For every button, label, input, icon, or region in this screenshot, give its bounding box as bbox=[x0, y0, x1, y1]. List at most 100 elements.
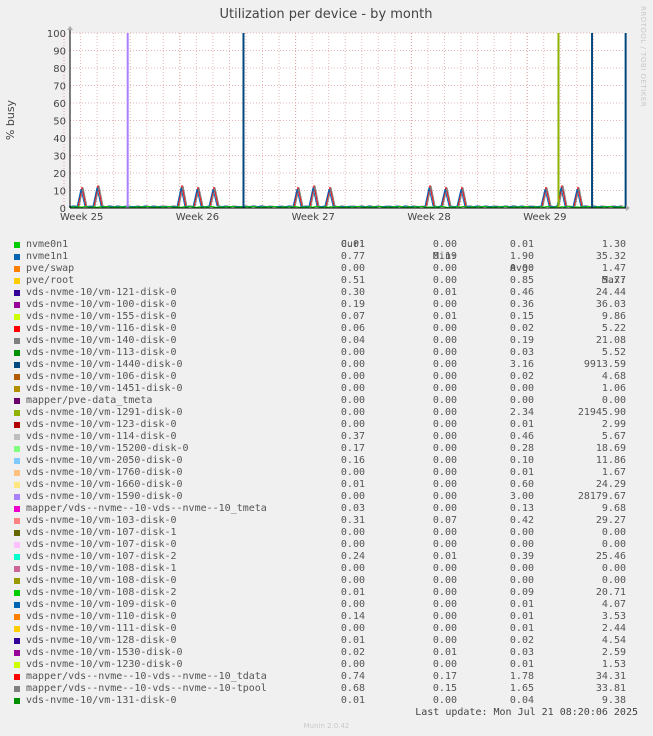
chart: Utilization per device - by month RRDTOO… bbox=[4, 6, 647, 223]
legend-row: vds-nvme-10/vm-2050-disk-0 0.16 0.00 0.10 11… bbox=[0, 455, 653, 467]
legend-row: vds-nvme-10/vm-103-disk-0 0.31 0.07 0.42 29.… bbox=[0, 515, 653, 527]
legend-row: vds-nvme-10/vm-1660-disk-0 0.01 0.00 0.60 24… bbox=[0, 479, 653, 491]
x-tick-label: Week 25 bbox=[60, 212, 103, 223]
x-tick-label: Week 29 bbox=[523, 212, 566, 223]
legend-row: vds-nvme-10/vm-128-disk-0 0.01 0.00 0.02 4.5… bbox=[0, 635, 653, 647]
legend-row: vds-nvme-10/vm-1760-disk-0 0.00 0.00 0.01 1.… bbox=[0, 467, 653, 479]
legend-max: 25.46 bbox=[595, 551, 626, 562]
legend-max: 2.59 bbox=[601, 647, 626, 658]
legend-row: vds-nvme-10/vm-1230-disk-0 0.00 0.00 0.01 1.… bbox=[0, 659, 653, 671]
legend-max: 0.00 bbox=[601, 539, 626, 550]
legend-max: 35.32 bbox=[595, 251, 626, 262]
legend-max: 18.69 bbox=[595, 443, 626, 454]
legend-max: 9.38 bbox=[601, 695, 626, 706]
legend-max: 28179.67 bbox=[577, 491, 626, 502]
legend-max: 36.03 bbox=[595, 299, 626, 310]
x-axis-arrow bbox=[626, 205, 630, 211]
legend-row: vds-nvme-10/vm-113-disk-0 0.00 0.00 0.03 5.5… bbox=[0, 347, 653, 359]
y-axis-label: % busy bbox=[4, 99, 17, 140]
x-tick-label: Week 27 bbox=[292, 212, 335, 223]
legend-max: 2.44 bbox=[601, 623, 626, 634]
legend-row: vds-nvme-10/vm-155-disk-0 0.07 0.01 0.15 9.8… bbox=[0, 311, 653, 323]
legend-row: vds-nvme-10/vm-1530-disk-0 0.02 0.01 0.03 2.… bbox=[0, 647, 653, 659]
legend-max: 20.71 bbox=[595, 587, 626, 598]
legend-row: mapper/pve-data_tmeta 0.00 0.00 0.00 0.00 bbox=[0, 395, 653, 407]
legend-max: 1.53 bbox=[601, 659, 626, 670]
legend-row: mapper/vds--nvme--10-vds--nvme--10_tmeta… bbox=[0, 503, 653, 515]
legend-max: 9913.59 bbox=[583, 359, 626, 370]
legend-max: 34.31 bbox=[595, 671, 626, 682]
legend-row: vds-nvme-10/vm-106-disk-0 0.00 0.00 0.02 4.6… bbox=[0, 371, 653, 383]
legend-max: 1.67 bbox=[601, 467, 626, 478]
legend-max: 24.29 bbox=[595, 479, 626, 490]
legend-row: vds-nvme-10/vm-116-disk-0 0.06 0.00 0.02 5.2… bbox=[0, 323, 653, 335]
legend-row: vds-nvme-10/vm-107-disk-0 0.00 0.00 0.00 0.0… bbox=[0, 539, 653, 551]
legend-row: vds-nvme-10/vm-1590-disk-0 0.00 0.00 3.00 28… bbox=[0, 491, 653, 503]
legend-row: vds-nvme-10/vm-107-disk-1 0.00 0.00 0.00 0.0… bbox=[0, 527, 653, 539]
y-tick-label: 40 bbox=[53, 134, 66, 145]
legend-row: pve/root 0.51 0.00 0.85 5.77 bbox=[0, 275, 653, 287]
legend-max: 29.27 bbox=[595, 515, 626, 526]
legend-row: vds-nvme-10/vm-131-disk-0 0.01 0.00 0.04 9.3… bbox=[0, 695, 653, 707]
legend-max: 0.00 bbox=[601, 395, 626, 406]
y-axis-arrow bbox=[67, 26, 73, 30]
legend-row: nvme0n1 0.01 0.00 0.01 1.30 bbox=[0, 239, 653, 251]
legend-max: 4.07 bbox=[601, 599, 626, 610]
x-tick-label: Week 26 bbox=[176, 212, 219, 223]
legend-row: vds-nvme-10/vm-108-disk-1 0.00 0.00 0.00 0.0… bbox=[0, 563, 653, 575]
last-update: Last update: Mon Jul 21 08:20:06 2025 bbox=[415, 707, 638, 718]
y-tick-label: 100 bbox=[47, 29, 66, 40]
legend-row: vds-nvme-10/vm-100-disk-0 0.19 0.00 0.36 36.… bbox=[0, 299, 653, 311]
legend-max: 21945.90 bbox=[577, 407, 626, 418]
y-tick-label: 70 bbox=[53, 82, 66, 93]
legend-row: mapper/vds--nvme--10-vds--nvme--10_tdata… bbox=[0, 671, 653, 683]
legend-row: vds-nvme-10/vm-1440-disk-0 0.00 0.00 3.16 99… bbox=[0, 359, 653, 371]
legend-row: vds-nvme-10/vm-108-disk-2 0.01 0.00 0.09 20.… bbox=[0, 587, 653, 599]
legend-row: vds-nvme-10/vm-15200-disk-0 0.17 0.00 0.28 1… bbox=[0, 443, 653, 455]
legend-max: 4.68 bbox=[601, 371, 626, 382]
legend-row: vds-nvme-10/vm-1291-disk-0 0.00 0.00 2.34 21… bbox=[0, 407, 653, 419]
legend-row: vds-nvme-10/vm-108-disk-0 0.00 0.00 0.00 0.0… bbox=[0, 575, 653, 587]
legend-max: 5.77 bbox=[601, 275, 626, 286]
legend-max: 2.99 bbox=[601, 419, 626, 430]
legend-max: 0.00 bbox=[601, 563, 626, 574]
munin-version: Munin 2.0.42 bbox=[303, 722, 350, 730]
legend-row: vds-nvme-10/vm-110-disk-0 0.14 0.00 0.01 3.5… bbox=[0, 611, 653, 623]
legend-row: vds-nvme-10/vm-1451-disk-0 0.00 0.00 0.00 1.… bbox=[0, 383, 653, 395]
legend-row: pve/swap 0.00 0.00 0.00 1.47 bbox=[0, 263, 653, 275]
legend-row: vds-nvme-10/vm-114-disk-0 0.37 0.00 0.46 5.6… bbox=[0, 431, 653, 443]
legend-row: vds-nvme-10/vm-121-disk-0 0.30 0.01 0.46 24.… bbox=[0, 287, 653, 299]
legend-max: 24.44 bbox=[595, 287, 626, 298]
side-label: RRDTOOL / TOBI OETIKER bbox=[639, 6, 647, 107]
legend-max: 1.47 bbox=[601, 263, 626, 274]
legend-max: 9.68 bbox=[601, 503, 626, 514]
legend-row: vds-nvme-10/vm-109-disk-0 0.00 0.00 0.01 4.0… bbox=[0, 599, 653, 611]
legend-row: vds-nvme-10/vm-123-disk-0 0.00 0.00 0.01 2.9… bbox=[0, 419, 653, 431]
legend-max: 5.22 bbox=[601, 323, 626, 334]
legend-max: 1.30 bbox=[601, 239, 626, 250]
legend-max: 4.54 bbox=[601, 635, 626, 646]
legend-max: 33.81 bbox=[595, 683, 626, 694]
y-tick-label: 80 bbox=[53, 64, 66, 75]
legend-row: nvme1n1 0.77 0.19 1.90 35.32 bbox=[0, 251, 653, 263]
legend-row: mapper/vds--nvme--10-vds--nvme--10-tpool… bbox=[0, 683, 653, 695]
y-tick-label: 10 bbox=[53, 187, 66, 198]
legend-row: vds-nvme-10/vm-140-disk-0 0.04 0.00 0.19 21.… bbox=[0, 335, 653, 347]
legend-row: vds-nvme-10/vm-107-disk-2 0.24 0.01 0.39 25.… bbox=[0, 551, 653, 563]
y-tick-label: 90 bbox=[53, 47, 66, 58]
legend-max: 0.00 bbox=[601, 575, 626, 586]
legend-row: vds-nvme-10/vm-111-disk-0 0.00 0.00 0.01 2.4… bbox=[0, 623, 653, 635]
legend-max: 3.53 bbox=[601, 611, 626, 622]
y-tick-label: 60 bbox=[53, 99, 66, 110]
y-tick-label: 30 bbox=[53, 152, 66, 163]
y-tick-label: 50 bbox=[53, 117, 66, 128]
legend: Cur: Min: Avg: Max: nvme0n1 0.01 0.00 0.01 1… bbox=[0, 227, 653, 707]
legend-max: 0.00 bbox=[601, 527, 626, 538]
legend-max: 11.86 bbox=[595, 455, 626, 466]
legend-max: 1.06 bbox=[601, 383, 626, 394]
legend-max: 5.67 bbox=[601, 431, 626, 442]
legend-max: 9.86 bbox=[601, 311, 626, 322]
legend-header: Cur: Min: Avg: Max: bbox=[0, 227, 653, 286]
legend-max: 21.08 bbox=[595, 335, 626, 346]
x-tick-label: Week 28 bbox=[407, 212, 450, 223]
